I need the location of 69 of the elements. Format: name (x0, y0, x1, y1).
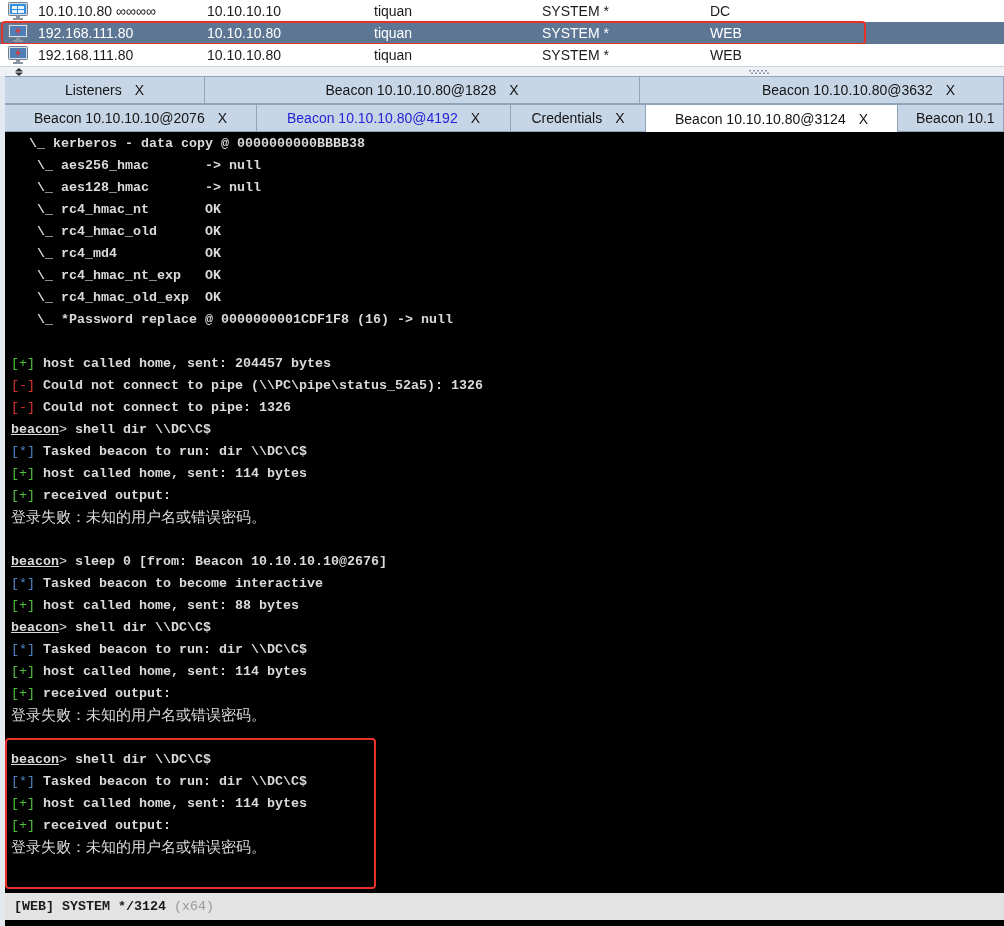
table-cell-text: 192.168.111.80 (38, 46, 135, 64)
grip-icon[interactable] (749, 69, 769, 74)
output-line: 登录失败：未知的用户名或错误密码。 (11, 706, 266, 726)
tab[interactable]: Beacon 10.10.10.80@1828 X (204, 76, 640, 104)
table-cell-text: 10.10.10.80 ∞∞∞∞ (38, 2, 157, 20)
command-input-field[interactable] (5, 920, 1004, 926)
close-tab-button[interactable]: X (134, 82, 145, 98)
console-line: [+] host called home, sent: 204457 bytes (11, 355, 331, 373)
console-line: \_ aes256_hmac -> null (36, 157, 261, 175)
computer-lightning-icon (8, 24, 28, 42)
status-text: [WEB] SYSTEM */3124 (14, 899, 166, 914)
tab[interactable]: Beacon 10.10.10.80@3124 X (645, 104, 898, 132)
console-line: \_ kerberos - data copy @ 0000000000BBBB38 (28, 135, 365, 153)
console-line: \_ rc4_hmac_nt OK (36, 201, 221, 219)
console-line: [+] received output: (11, 487, 171, 505)
prompt-line: beacon> sleep 0 [from: Beacon 10.10.10.10@2676] (11, 553, 387, 571)
console-line: [+] host called home, sent: 114 bytes (11, 465, 307, 483)
console-line: \_ aes128_hmac -> null (36, 179, 261, 197)
close-tab-button[interactable]: X (509, 82, 519, 98)
console-line: \_ rc4_md4 OK (36, 245, 221, 263)
close-tab-button[interactable]: X (945, 82, 956, 98)
console-line: [-] Could not connect to pipe: 1326 (11, 399, 291, 417)
console-line: [*] Tasked beacon to run: dir \\DC\C$ (11, 443, 307, 461)
console-line: \_ rc4_hmac_old OK (36, 223, 221, 241)
console-line: [*] Tasked beacon to run: dir \\DC\C$ (11, 641, 307, 659)
console-line: \_ rc4_hmac_old_exp OK (36, 289, 221, 307)
table-cell-text: 10.10.10.10 (207, 2, 282, 20)
console-line: [+] received output: (11, 817, 171, 835)
table-cell-text: WEB (710, 46, 743, 64)
tab[interactable]: Credentials X (510, 104, 646, 132)
tab[interactable]: Listeners X (5, 76, 205, 104)
computer-icon (8, 2, 28, 20)
computer-lightning-icon (8, 46, 28, 64)
close-tab-button[interactable]: X (858, 110, 868, 127)
tab[interactable]: Beacon 10.1 (897, 104, 1004, 132)
table-cell-text: 10.10.10.80 (207, 46, 282, 64)
console-line: [+] host called home, sent: 114 bytes (11, 663, 307, 681)
close-tab-button[interactable]: X (217, 110, 227, 126)
table-cell-text: SYSTEM * (542, 46, 610, 64)
console-line: [*] Tasked beacon to become interactive (11, 575, 323, 593)
table-cell-text: tiquan (374, 24, 414, 42)
console-line: [-] Could not connect to pipe (\\PC\pipe\status_52a5): 1326 (11, 377, 483, 395)
table-cell-text: SYSTEM * (542, 2, 610, 20)
prompt-line: beacon> shell dir \\DC\C$ (11, 619, 211, 637)
tab[interactable]: Beacon 10.10.10.80@3632 X (639, 76, 1004, 104)
table-cell-text: tiquan (374, 2, 414, 20)
tab[interactable]: Beacon 10.10.10.80@4192 X (256, 104, 511, 132)
table-cell-text: 192.168.111.80 (38, 24, 135, 42)
console-line: \_ rc4_hmac_nt_exp OK (36, 267, 221, 285)
prompt-line: beacon> shell dir \\DC\C$ (11, 421, 211, 439)
collapse-arrows-icon[interactable] (15, 67, 23, 76)
close-tab-button[interactable]: X (615, 110, 625, 126)
tab[interactable]: Beacon 10.10.10.10@2076 X (5, 104, 257, 132)
table-cell-text: DC (710, 2, 732, 20)
prompt-line: beacon> shell dir \\DC\C$ (11, 751, 211, 769)
console-line: [+] host called home, sent: 114 bytes (11, 795, 307, 813)
table-cell-text: SYSTEM * (542, 24, 610, 42)
console-line: [*] Tasked beacon to run: dir \\DC\C$ (11, 773, 307, 791)
output-line: 登录失败：未知的用户名或错误密码。 (11, 508, 266, 528)
close-tab-button[interactable]: X (470, 110, 480, 126)
output-line: 登录失败：未知的用户名或错误密码。 (11, 838, 266, 858)
table-cell-text: WEB (710, 24, 743, 42)
console-line: \_ *Password replace @ 0000000001CDF1F8 (16) -> null (36, 311, 453, 329)
arch-text: (x64) (173, 899, 214, 914)
console-line: [+] host called home, sent: 88 bytes (11, 597, 299, 615)
table-cell-text: 10.10.10.80 (207, 24, 282, 42)
table-cell-text: tiquan (374, 46, 414, 64)
console-line: [+] received output: (11, 685, 171, 703)
table-row[interactable]: 192.168.111.80 10.10.10.80 tiquan SYSTEM * WEB (0, 22, 1004, 44)
